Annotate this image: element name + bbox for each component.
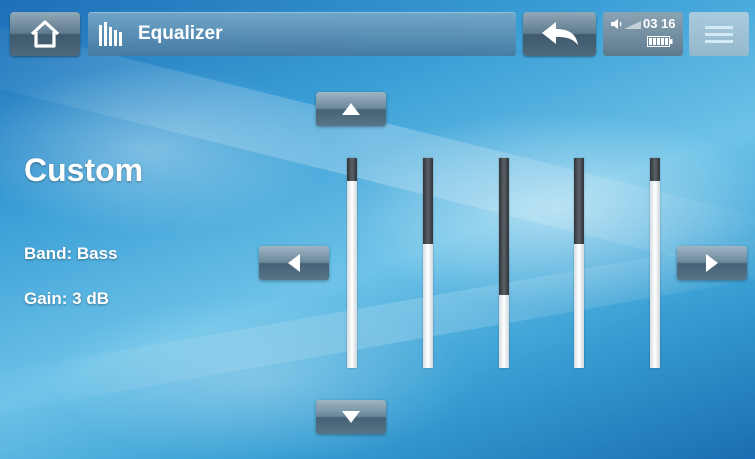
back-button[interactable]	[523, 12, 596, 56]
band-slider-empty	[650, 158, 660, 181]
decrease-gain-button[interactable]	[316, 400, 386, 434]
arrow-down-icon	[342, 411, 360, 423]
band-slider[interactable]	[499, 158, 509, 368]
band-slider[interactable]	[574, 158, 584, 368]
band-slider-empty	[423, 158, 433, 244]
gain-label: Gain: 3 dB	[24, 289, 110, 308]
page-title: Equalizer	[138, 23, 223, 44]
band-slider-empty	[574, 158, 584, 244]
increase-gain-button[interactable]	[316, 92, 386, 126]
arrow-up-icon	[342, 103, 360, 115]
band-slider[interactable]	[347, 158, 357, 368]
previous-band-button[interactable]	[259, 246, 329, 280]
band-slider[interactable]	[650, 158, 660, 368]
band-label: Band: Bass	[24, 244, 118, 263]
home-button[interactable]	[10, 12, 80, 56]
title-bar: Equalizer	[88, 12, 516, 56]
arrow-right-icon	[706, 254, 718, 272]
back-arrow-icon	[541, 22, 578, 45]
home-icon	[30, 20, 60, 48]
band-slider-empty	[347, 158, 357, 181]
equalizer-icon	[99, 22, 122, 46]
volume-icon	[611, 19, 641, 29]
menu-icon	[705, 26, 733, 43]
clock: 03 16	[643, 16, 676, 31]
menu-button[interactable]	[689, 12, 749, 56]
screen-background	[0, 0, 755, 459]
battery-icon	[647, 36, 673, 47]
status-area: 03 16	[603, 12, 683, 56]
preset-name: Custom	[24, 152, 144, 188]
top-bar: Equalizer 03 16	[0, 0, 755, 62]
next-band-button[interactable]	[677, 246, 747, 280]
band-slider[interactable]	[423, 158, 433, 368]
arrow-left-icon	[288, 254, 300, 272]
band-slider-empty	[499, 158, 509, 295]
